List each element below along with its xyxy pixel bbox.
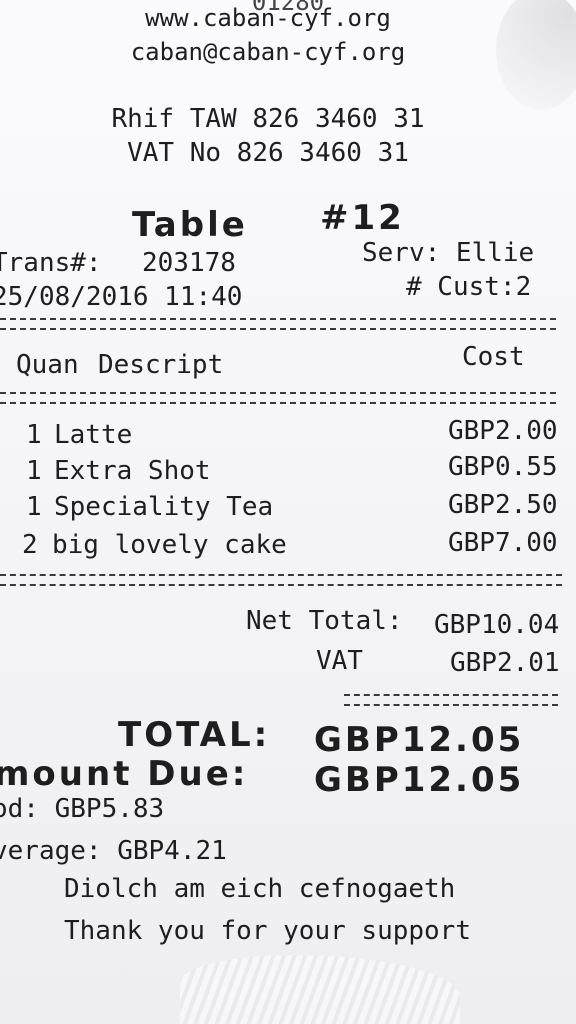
amount-due-label: mount Due:	[0, 754, 249, 794]
item-cost: GBP7.00	[448, 528, 558, 558]
customer-count: # Cust:2	[406, 272, 532, 302]
col-descript: Descript	[98, 350, 224, 380]
col-quan: Quan	[16, 350, 79, 380]
table-label: Table	[132, 205, 248, 245]
vat-value: GBP2.01	[450, 648, 560, 678]
col-cost: Cost	[462, 342, 525, 372]
total-label: TOTAL:	[118, 715, 271, 755]
footer-welsh: Diolch am eich cefnogaeth	[64, 874, 456, 904]
amount-due-value: GBP12.05	[314, 760, 525, 800]
server: Serv: Ellie	[362, 238, 535, 268]
item-desc: big lovely cake	[52, 530, 287, 560]
item-cost: GBP0.55	[448, 452, 558, 482]
footer-english: Thank you for your support	[64, 916, 471, 946]
website: www.caban-cyf.org	[145, 4, 391, 32]
item-desc: Speciality Tea	[54, 492, 274, 522]
email: caban@caban-cyf.org	[130, 38, 406, 66]
vat-number: VAT No 826 3460 31	[127, 138, 409, 168]
divider	[0, 574, 562, 586]
rhif-taw: Rhif TAW 826 3460 31	[111, 104, 425, 134]
receipt: 01280 www.caban-cyf.org caban@caban-cyf.…	[0, 0, 576, 1024]
item-cost: GBP2.00	[448, 416, 558, 446]
item-desc: Latte	[54, 420, 133, 450]
divider	[0, 318, 556, 330]
vat-label: VAT	[316, 646, 363, 676]
item-qty: 2	[22, 530, 38, 560]
net-total-label: Net Total:	[246, 606, 403, 636]
divider	[344, 694, 558, 706]
item-cost: GBP2.50	[448, 490, 558, 520]
item-desc: Extra Shot	[54, 456, 211, 486]
total-value: GBP12.05	[314, 720, 525, 760]
trans-label: Trans#:	[0, 248, 102, 278]
paper-tear	[180, 955, 460, 1024]
table-number: #12	[320, 198, 405, 238]
trans-value: 203178	[142, 248, 236, 278]
item-qty: 1	[26, 456, 42, 486]
datetime: 25/08/2016 11:40	[0, 282, 243, 312]
divider	[0, 392, 556, 404]
average-line: verage: GBP4.21	[0, 836, 227, 866]
item-qty: 1	[26, 492, 42, 522]
net-total-value: GBP10.04	[434, 610, 560, 640]
partial-line: od: GBP5.83	[0, 794, 165, 824]
item-qty: 1	[26, 420, 42, 450]
